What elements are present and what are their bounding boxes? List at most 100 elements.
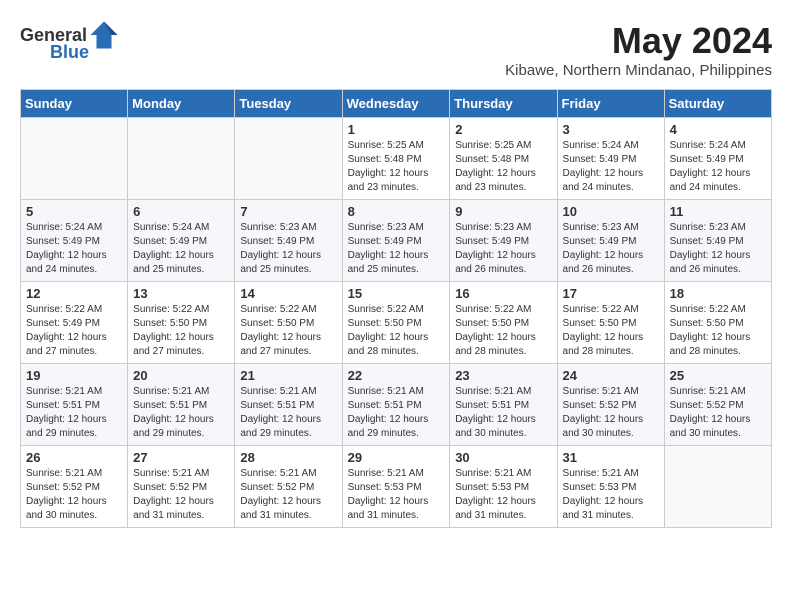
page-header: General Blue May 2024 Kibawe, Northern M… bbox=[20, 20, 772, 79]
calendar-cell: 6 Sunrise: 5:24 AM Sunset: 5:49 PM Daylig… bbox=[128, 200, 235, 282]
calendar-cell: 27 Sunrise: 5:21 AM Sunset: 5:52 PM Dayli… bbox=[128, 446, 235, 528]
calendar-cell: 28 Sunrise: 5:21 AM Sunset: 5:52 PM Dayli… bbox=[235, 446, 342, 528]
calendar-cell: 5 Sunrise: 5:24 AM Sunset: 5:49 PM Daylig… bbox=[21, 200, 128, 282]
title-section: May 2024 Kibawe, Northern Mindanao, Phil… bbox=[505, 20, 772, 79]
day-info: Sunrise: 5:21 AM Sunset: 5:51 PM Dayligh… bbox=[26, 385, 122, 441]
day-info: Sunrise: 5:24 AM Sunset: 5:49 PM Dayligh… bbox=[670, 139, 766, 195]
day-info: Sunrise: 5:21 AM Sunset: 5:53 PM Dayligh… bbox=[563, 467, 659, 523]
calendar-cell: 22Sunrise: 5:21 AM Sunset: 5:51 PM Dayli… bbox=[342, 364, 450, 446]
calendar-cell: 25 Sunrise: 5:21 AM Sunset: 5:52 PM Dayli… bbox=[664, 364, 771, 446]
location-subtitle: Kibawe, Northern Mindanao, Philippines bbox=[505, 62, 772, 79]
day-number: 24 bbox=[563, 368, 659, 383]
day-info: Sunrise: 5:21 AM Sunset: 5:51 PM Dayligh… bbox=[348, 385, 445, 441]
day-info: Sunrise: 5:21 AM Sunset: 5:51 PM Dayligh… bbox=[240, 385, 336, 441]
day-info: Sunrise: 5:23 AM Sunset: 5:49 PM Dayligh… bbox=[563, 221, 659, 277]
calendar-week-row: 19 Sunrise: 5:21 AM Sunset: 5:51 PM Dayli… bbox=[21, 364, 772, 446]
day-number: 19 bbox=[26, 368, 122, 383]
calendar-cell: 11Sunrise: 5:23 AM Sunset: 5:49 PM Dayli… bbox=[664, 200, 771, 282]
calendar-cell: 30Sunrise: 5:21 AM Sunset: 5:53 PM Dayli… bbox=[450, 446, 557, 528]
day-number: 27 bbox=[133, 450, 229, 465]
calendar-cell: 4 Sunrise: 5:24 AM Sunset: 5:49 PM Daylig… bbox=[664, 118, 771, 200]
weekday-header-tuesday: Tuesday bbox=[235, 90, 342, 118]
logo-icon bbox=[89, 20, 119, 50]
day-info: Sunrise: 5:22 AM Sunset: 5:50 PM Dayligh… bbox=[240, 303, 336, 359]
weekday-header-wednesday: Wednesday bbox=[342, 90, 450, 118]
day-info: Sunrise: 5:22 AM Sunset: 5:50 PM Dayligh… bbox=[455, 303, 551, 359]
weekday-header-friday: Friday bbox=[557, 90, 664, 118]
day-info: Sunrise: 5:22 AM Sunset: 5:50 PM Dayligh… bbox=[348, 303, 445, 359]
day-number: 10 bbox=[563, 204, 659, 219]
calendar-cell: 19 Sunrise: 5:21 AM Sunset: 5:51 PM Dayli… bbox=[21, 364, 128, 446]
calendar-cell: 31 Sunrise: 5:21 AM Sunset: 5:53 PM Dayli… bbox=[557, 446, 664, 528]
day-info: Sunrise: 5:21 AM Sunset: 5:51 PM Dayligh… bbox=[455, 385, 551, 441]
weekday-header-row: SundayMondayTuesdayWednesdayThursdayFrid… bbox=[21, 90, 772, 118]
day-number: 28 bbox=[240, 450, 336, 465]
day-number: 8 bbox=[348, 204, 445, 219]
weekday-header-thursday: Thursday bbox=[450, 90, 557, 118]
calendar-cell: 14 Sunrise: 5:22 AM Sunset: 5:50 PM Dayli… bbox=[235, 282, 342, 364]
calendar-cell: 12Sunrise: 5:22 AM Sunset: 5:49 PM Dayli… bbox=[21, 282, 128, 364]
day-info: Sunrise: 5:24 AM Sunset: 5:49 PM Dayligh… bbox=[563, 139, 659, 195]
calendar-cell: 2 Sunrise: 5:25 AM Sunset: 5:48 PM Daylig… bbox=[450, 118, 557, 200]
day-number: 4 bbox=[670, 122, 766, 137]
calendar-cell: 21Sunrise: 5:21 AM Sunset: 5:51 PM Dayli… bbox=[235, 364, 342, 446]
day-info: Sunrise: 5:24 AM Sunset: 5:49 PM Dayligh… bbox=[26, 221, 122, 277]
day-info: Sunrise: 5:21 AM Sunset: 5:52 PM Dayligh… bbox=[670, 385, 766, 441]
calendar-cell: 7Sunrise: 5:23 AM Sunset: 5:49 PM Daylig… bbox=[235, 200, 342, 282]
calendar-cell: 23Sunrise: 5:21 AM Sunset: 5:51 PM Dayli… bbox=[450, 364, 557, 446]
month-year-title: May 2024 bbox=[505, 20, 772, 62]
calendar-cell: 9 Sunrise: 5:23 AM Sunset: 5:49 PM Daylig… bbox=[450, 200, 557, 282]
day-number: 14 bbox=[240, 286, 336, 301]
day-number: 30 bbox=[455, 450, 551, 465]
calendar-cell: 29Sunrise: 5:21 AM Sunset: 5:53 PM Dayli… bbox=[342, 446, 450, 528]
day-info: Sunrise: 5:21 AM Sunset: 5:52 PM Dayligh… bbox=[26, 467, 122, 523]
day-number: 5 bbox=[26, 204, 122, 219]
calendar-cell: 17Sunrise: 5:22 AM Sunset: 5:50 PM Dayli… bbox=[557, 282, 664, 364]
day-number: 15 bbox=[348, 286, 445, 301]
day-number: 20 bbox=[133, 368, 229, 383]
day-number: 3 bbox=[563, 122, 659, 137]
calendar-week-row: 1 Sunrise: 5:25 AM Sunset: 5:48 PM Daylig… bbox=[21, 118, 772, 200]
day-info: Sunrise: 5:21 AM Sunset: 5:52 PM Dayligh… bbox=[133, 467, 229, 523]
day-info: Sunrise: 5:23 AM Sunset: 5:49 PM Dayligh… bbox=[240, 221, 336, 277]
calendar-table: SundayMondayTuesdayWednesdayThursdayFrid… bbox=[20, 89, 772, 528]
calendar-cell: 13 Sunrise: 5:22 AM Sunset: 5:50 PM Dayli… bbox=[128, 282, 235, 364]
logo-blue-text: Blue bbox=[50, 42, 89, 63]
day-number: 16 bbox=[455, 286, 551, 301]
day-info: Sunrise: 5:21 AM Sunset: 5:53 PM Dayligh… bbox=[348, 467, 445, 523]
calendar-week-row: 26Sunrise: 5:21 AM Sunset: 5:52 PM Dayli… bbox=[21, 446, 772, 528]
day-number: 31 bbox=[563, 450, 659, 465]
day-info: Sunrise: 5:22 AM Sunset: 5:50 PM Dayligh… bbox=[133, 303, 229, 359]
calendar-cell bbox=[21, 118, 128, 200]
day-number: 25 bbox=[670, 368, 766, 383]
day-number: 9 bbox=[455, 204, 551, 219]
logo: General Blue bbox=[20, 20, 119, 63]
calendar-cell: 3 Sunrise: 5:24 AM Sunset: 5:49 PM Daylig… bbox=[557, 118, 664, 200]
day-number: 18 bbox=[670, 286, 766, 301]
day-number: 6 bbox=[133, 204, 229, 219]
day-info: Sunrise: 5:24 AM Sunset: 5:49 PM Dayligh… bbox=[133, 221, 229, 277]
calendar-cell: 8 Sunrise: 5:23 AM Sunset: 5:49 PM Daylig… bbox=[342, 200, 450, 282]
day-info: Sunrise: 5:23 AM Sunset: 5:49 PM Dayligh… bbox=[348, 221, 445, 277]
day-info: Sunrise: 5:21 AM Sunset: 5:52 PM Dayligh… bbox=[240, 467, 336, 523]
day-number: 11 bbox=[670, 204, 766, 219]
day-info: Sunrise: 5:21 AM Sunset: 5:51 PM Dayligh… bbox=[133, 385, 229, 441]
weekday-header-saturday: Saturday bbox=[664, 90, 771, 118]
day-info: Sunrise: 5:22 AM Sunset: 5:49 PM Dayligh… bbox=[26, 303, 122, 359]
calendar-cell bbox=[664, 446, 771, 528]
day-info: Sunrise: 5:21 AM Sunset: 5:52 PM Dayligh… bbox=[563, 385, 659, 441]
calendar-cell: 16 Sunrise: 5:22 AM Sunset: 5:50 PM Dayli… bbox=[450, 282, 557, 364]
day-info: Sunrise: 5:22 AM Sunset: 5:50 PM Dayligh… bbox=[670, 303, 766, 359]
day-number: 13 bbox=[133, 286, 229, 301]
day-info: Sunrise: 5:25 AM Sunset: 5:48 PM Dayligh… bbox=[455, 139, 551, 195]
day-info: Sunrise: 5:22 AM Sunset: 5:50 PM Dayligh… bbox=[563, 303, 659, 359]
calendar-cell: 10 Sunrise: 5:23 AM Sunset: 5:49 PM Dayli… bbox=[557, 200, 664, 282]
calendar-cell: 18 Sunrise: 5:22 AM Sunset: 5:50 PM Dayli… bbox=[664, 282, 771, 364]
calendar-cell: 20 Sunrise: 5:21 AM Sunset: 5:51 PM Dayli… bbox=[128, 364, 235, 446]
calendar-cell: 24 Sunrise: 5:21 AM Sunset: 5:52 PM Dayli… bbox=[557, 364, 664, 446]
calendar-week-row: 5 Sunrise: 5:24 AM Sunset: 5:49 PM Daylig… bbox=[21, 200, 772, 282]
day-number: 1 bbox=[348, 122, 445, 137]
day-info: Sunrise: 5:23 AM Sunset: 5:49 PM Dayligh… bbox=[455, 221, 551, 277]
weekday-header-monday: Monday bbox=[128, 90, 235, 118]
day-number: 2 bbox=[455, 122, 551, 137]
